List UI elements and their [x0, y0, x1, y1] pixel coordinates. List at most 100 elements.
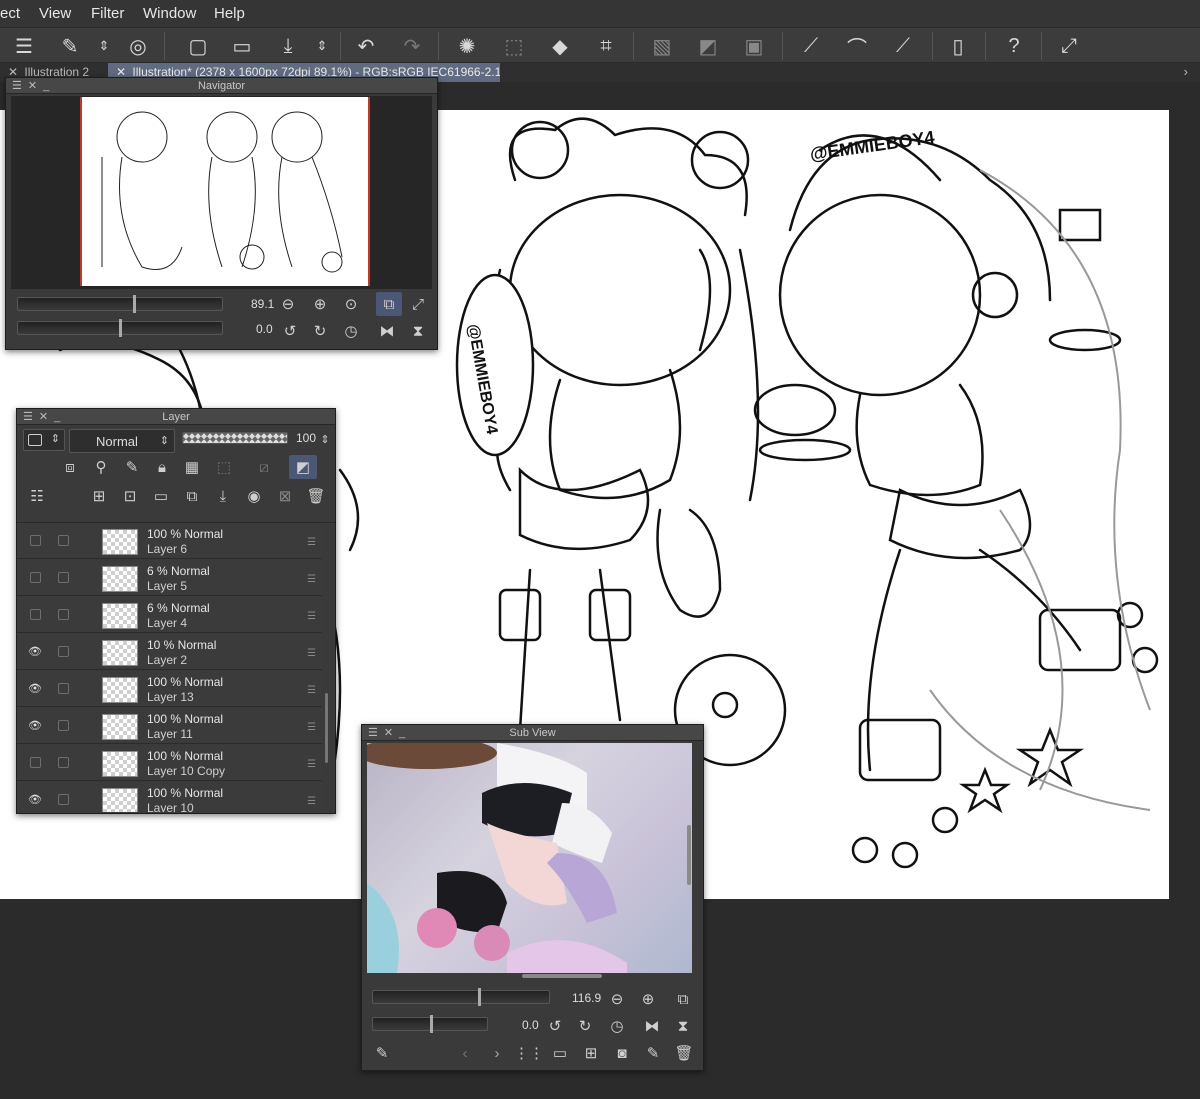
menu-item-window[interactable]: Window — [143, 5, 196, 22]
eye-icon[interactable]: 👁︎ — [28, 719, 42, 732]
layer-row[interactable]: 6 % Normal Layer 5 ☰ — [17, 560, 322, 596]
layer-mask-icon[interactable]: ◉ — [244, 486, 264, 506]
clip-layer-icon[interactable]: ⧈ — [60, 457, 80, 477]
ruler-enable-icon[interactable]: ⧄ — [254, 457, 274, 477]
layer-row[interactable]: 👁︎ 100 % Normal Layer 13 ☰ — [17, 671, 322, 707]
apply-mask-icon[interactable]: ⊠ — [275, 486, 295, 506]
subview-rotate-slider[interactable] — [372, 1015, 488, 1033]
tab-menu-icon[interactable]: › — [1184, 64, 1188, 79]
reset-rotate-icon[interactable]: ◷ — [341, 321, 361, 341]
draft-layer-icon[interactable]: ✎ — [122, 457, 142, 477]
eye-icon[interactable]: 👁︎ — [28, 793, 42, 806]
layer-row[interactable]: 100 % Normal Layer 6 ☰ — [17, 523, 322, 559]
rotate-right-icon[interactable]: ↻ — [310, 321, 330, 341]
subview-scrollbar[interactable] — [687, 825, 691, 885]
drag-handle-icon[interactable]: ☰ — [307, 796, 316, 807]
visibility-checkbox[interactable] — [30, 535, 41, 546]
drag-handle-icon[interactable]: ☰ — [307, 648, 316, 659]
subview-hscrollbar[interactable] — [522, 974, 602, 978]
loading-icon[interactable]: ✺ — [453, 32, 481, 60]
opacity-updown-icon[interactable]: ⇕ — [315, 429, 335, 449]
drag-handle-icon[interactable]: ☰ — [307, 722, 316, 733]
new-doc-icon[interactable]: ▢ — [184, 32, 212, 60]
reset-rotate-icon[interactable]: ◷ — [607, 1016, 627, 1036]
drag-handle-icon[interactable]: ☰ — [307, 537, 316, 548]
navigator-preview[interactable] — [11, 96, 432, 289]
lock-checkbox[interactable] — [58, 794, 69, 805]
layer-row[interactable]: 👁︎ 100 % Normal Layer 11 ☰ — [17, 708, 322, 744]
camera-icon[interactable]: ◙ — [612, 1043, 632, 1063]
eyedropper-icon[interactable]: ✎ — [372, 1043, 392, 1063]
hatch-a-icon[interactable]: ▧ — [648, 32, 676, 60]
layer-row[interactable]: 6 % Normal Layer 4 ☰ — [17, 597, 322, 633]
visibility-checkbox[interactable] — [30, 757, 41, 768]
lock-icon[interactable]: 🔒︎ — [152, 457, 172, 477]
layer-row[interactable]: 👁︎ 100 % Normal Layer 10 ☰ — [17, 782, 322, 812]
flip-vertical-icon[interactable]: ⧗ — [673, 1016, 693, 1036]
eye-icon[interactable]: 👁︎ — [28, 645, 42, 658]
zoom-in-icon[interactable]: ⊕ — [310, 294, 330, 314]
visibility-checkbox[interactable] — [30, 572, 41, 583]
redo-icon[interactable]: ↷ — [398, 32, 426, 60]
panel-controls-icon[interactable]: ☰✕_ — [23, 409, 66, 425]
fill-icon[interactable]: ◆ — [546, 32, 574, 60]
eye-icon[interactable]: 👁︎ — [28, 682, 42, 695]
ruler-a-icon[interactable]: ⟋ — [797, 32, 825, 60]
layer-row[interactable]: 👁︎ 10 % Normal Layer 2 ☰ — [17, 634, 322, 670]
device-icon[interactable]: ▯ — [944, 32, 972, 60]
layer-title-bar[interactable]: ☰✕_ Layer — [17, 409, 335, 425]
open-folder-icon[interactable]: ▭ — [228, 32, 256, 60]
delete-layer-icon[interactable]: 🗑︎ — [306, 486, 326, 506]
layer-color-icon[interactable]: ◩ — [289, 455, 317, 479]
reference-layer-icon[interactable]: ⚲ — [91, 457, 111, 477]
brush-icon[interactable]: ⌒ — [843, 32, 871, 60]
rotate-left-icon[interactable]: ↺ — [545, 1016, 565, 1036]
navigator-title-bar[interactable]: ☰✕_ Navigator — [6, 78, 437, 94]
flip-horizontal-icon[interactable]: ⧓ — [377, 321, 397, 341]
transform-icon[interactable]: ⌗ — [592, 32, 620, 60]
help-icon[interactable]: ? — [1000, 32, 1028, 60]
new-raster-layer-icon[interactable]: ⊞ — [89, 486, 109, 506]
hatch-b-icon[interactable]: ◩ — [694, 32, 722, 60]
transfer-down-icon[interactable]: ⧉ — [182, 486, 202, 506]
panel-menu-icon[interactable]: ☷ — [27, 486, 47, 506]
hatch-c-icon[interactable]: ▣ — [740, 32, 768, 60]
fullscreen-icon[interactable]: ⤢ — [1055, 32, 1083, 60]
selection-icon[interactable]: ⬚ — [500, 32, 528, 60]
ruler-b-icon[interactable]: ⟋ — [889, 32, 917, 60]
lock-checkbox[interactable] — [58, 609, 69, 620]
subview-image[interactable] — [367, 743, 692, 973]
drag-handle-icon[interactable]: ☰ — [307, 759, 316, 770]
merge-down-icon[interactable]: ⤓ — [213, 486, 233, 506]
lock-transparent-icon[interactable]: ▦ — [182, 457, 202, 477]
rotate-right-icon[interactable]: ↻ — [575, 1016, 595, 1036]
zoom-in-icon[interactable]: ⊕ — [638, 989, 658, 1009]
prev-image-icon[interactable]: ‹ — [455, 1043, 475, 1063]
menu-item-help[interactable]: Help — [214, 5, 245, 22]
updown-icon[interactable]: ⇕ — [90, 32, 118, 60]
menu-item-view[interactable]: View — [39, 5, 71, 22]
lock-checkbox[interactable] — [58, 535, 69, 546]
drag-handle-icon[interactable]: ☰ — [307, 685, 316, 696]
new-vector-layer-icon[interactable]: ⊡ — [120, 486, 140, 506]
menu-item-select[interactable]: ect — [0, 5, 20, 22]
spiral-icon[interactable]: ◎ — [124, 32, 152, 60]
zoom-out-icon[interactable]: ⊖ — [607, 989, 627, 1009]
flip-vertical-icon[interactable]: ⧗ — [408, 321, 428, 341]
add-image-icon[interactable]: ⊞ — [581, 1043, 601, 1063]
rotate-left-icon[interactable]: ↺ — [280, 321, 300, 341]
updown-icon[interactable]: ⇕ — [308, 32, 336, 60]
layer-color-toggle[interactable]: ⇕ — [23, 429, 65, 451]
zoom-out-icon[interactable]: ⊖ — [278, 294, 298, 314]
import-image-icon[interactable]: ▭ — [550, 1043, 570, 1063]
mask-enable-icon[interactable]: ⬚ — [214, 457, 234, 477]
lock-checkbox[interactable] — [58, 683, 69, 694]
undo-icon[interactable]: ↶ — [352, 32, 380, 60]
panel-controls-icon[interactable]: ☰✕_ — [12, 78, 55, 94]
layer-list-scrollbar[interactable] — [325, 693, 328, 763]
menu-icon[interactable]: ☰ — [10, 32, 38, 60]
subview-zoom-slider[interactable] — [372, 988, 550, 1006]
navigator-zoom-slider[interactable] — [17, 295, 223, 313]
navigator-rotate-slider[interactable] — [17, 319, 223, 337]
opacity-slider[interactable] — [182, 432, 288, 444]
